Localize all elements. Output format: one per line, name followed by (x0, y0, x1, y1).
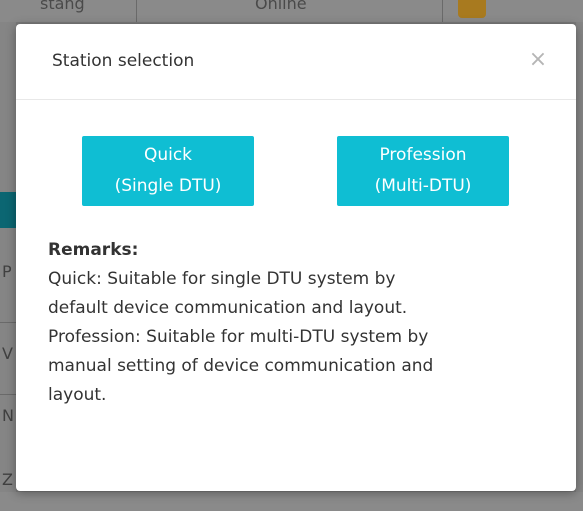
background-top-mid-text: Online (255, 0, 307, 13)
remarks-title: Remarks: (48, 240, 139, 260)
background-left-strip: P V N Z (0, 22, 16, 511)
background-warning-icon (458, 0, 486, 18)
quick-button-sublabel: (Single DTU) (114, 176, 222, 196)
background-bottom-bar (0, 492, 583, 511)
background-right-strip (576, 22, 583, 492)
profession-button-sublabel: (Multi-DTU) (374, 176, 472, 196)
background-column-divider (442, 0, 443, 22)
quick-button-label: Quick (143, 145, 193, 165)
station-selection-dialog: Station selection × Quick (Single DTU) P… (16, 24, 576, 491)
profession-button-label: Profession (379, 145, 467, 165)
background-column-divider (136, 0, 137, 22)
remarks-line: Profession: Suitable for multi-DTU syste… (48, 327, 429, 347)
background-left-letter: V (2, 344, 13, 363)
dialog-header: Station selection × (16, 24, 576, 100)
quick-single-dtu-button[interactable]: Quick (Single DTU) (82, 136, 254, 206)
background-row-divider (0, 322, 16, 323)
remarks-line: manual setting of device communication a… (48, 356, 434, 376)
remarks-line: Quick: Suitable for single DTU system by (48, 269, 396, 289)
background-left-letter: N (2, 406, 14, 425)
close-icon[interactable]: × (526, 48, 550, 72)
dialog-title: Station selection (52, 51, 195, 71)
background-top-left-text: stang (40, 0, 85, 13)
background-top-bar: stang Online (0, 0, 583, 22)
remarks-line: layout. (48, 385, 107, 405)
background-row-divider (0, 394, 16, 395)
background-left-letter: P (2, 262, 12, 281)
remarks-section: Remarks: Quick: Suitable for single DTU … (48, 236, 548, 410)
remarks-line: default device communication and layout. (48, 298, 408, 318)
background-teal-marker (0, 192, 16, 228)
profession-multi-dtu-button[interactable]: Profession (Multi-DTU) (337, 136, 509, 206)
background-left-letter: Z (2, 470, 13, 489)
